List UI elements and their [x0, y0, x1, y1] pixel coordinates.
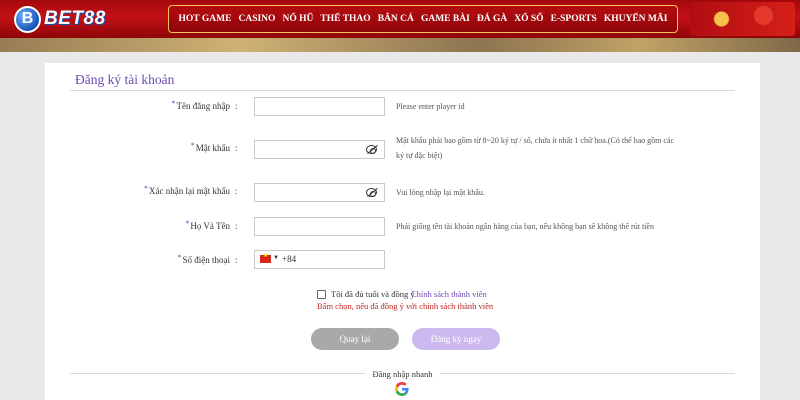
confirm-password-hint: Vui lòng nhập lại mật khẩu. — [396, 188, 485, 197]
confirm-password-input[interactable] — [254, 183, 385, 202]
confirm-password-label: *Xác nhận lại mật khẩu — [144, 184, 230, 196]
nav-khuyen-mai[interactable]: KHUYẾN MÃI — [604, 14, 668, 24]
required-mark: * — [144, 184, 149, 193]
eye-slash-icon[interactable] — [366, 145, 377, 154]
nav-casino[interactable]: CASINO — [238, 14, 275, 24]
vn-flag-icon[interactable] — [260, 252, 271, 263]
nav-ban-ca[interactable]: BẮN CÁ — [378, 14, 414, 24]
nav-hot-game[interactable]: HOT GAME — [179, 14, 232, 24]
top-header: B BET88 HOT GAME CASINO NỔ HŨ THỂ THAO B… — [0, 0, 800, 38]
fullname-label: *Họ Và Tên — [185, 219, 230, 231]
nav-game-bai[interactable]: GAME BÀI — [421, 14, 470, 24]
chevron-down-icon[interactable]: ▼ — [273, 255, 279, 261]
username-label: *Tên đăng nhập — [171, 99, 230, 111]
registration-panel: Đăng ký tài khoản *Tên đăng nhập : Pleas… — [45, 63, 760, 400]
nav-da-ga[interactable]: ĐÁ GÀ — [477, 14, 507, 24]
phone-label: *Số điện thoại — [177, 253, 231, 265]
password-input[interactable] — [254, 140, 385, 159]
back-button[interactable]: Quay lại — [311, 328, 399, 350]
required-mark: * — [185, 219, 190, 228]
username-hint: Please enter player id — [396, 102, 465, 111]
colon: : — [235, 221, 238, 231]
fullname-input[interactable] — [254, 217, 385, 236]
main-nav: HOT GAME CASINO NỔ HŨ THỂ THAO BẮN CÁ GA… — [168, 5, 678, 33]
nav-the-thao[interactable]: THỂ THAO — [320, 14, 370, 24]
logo-text: BET88 — [44, 8, 106, 29]
google-icon[interactable] — [395, 382, 409, 396]
colon: : — [235, 143, 238, 153]
required-mark: * — [171, 99, 176, 108]
nav-xo-so[interactable]: XỔ SỐ — [514, 14, 543, 24]
member-policy-link[interactable]: Chính sách thành viên — [411, 289, 487, 299]
country-code: +84 — [282, 254, 297, 264]
colon: : — [235, 186, 238, 196]
promo-decoration — [690, 2, 795, 36]
phone-input[interactable]: ▼ +84 — [254, 250, 385, 269]
password-label: *Mật khẩu — [190, 141, 230, 153]
form-title: Đăng ký tài khoản — [75, 72, 175, 87]
title-divider — [70, 90, 735, 91]
username-input[interactable] — [254, 97, 385, 116]
agree-error-message: Bấm chọn, nếu đã đồng ý với chính sách t… — [317, 301, 494, 311]
required-mark: * — [190, 141, 195, 150]
nav-e-sports[interactable]: E-SPORTS — [551, 14, 597, 24]
agree-text: Tôi đã đủ tuổi và đồng ý — [331, 289, 415, 299]
required-mark: * — [177, 253, 182, 262]
password-hint: Mật khẩu phải bao gồm từ 8~20 ký tự / số… — [396, 136, 675, 160]
eye-slash-icon[interactable] — [366, 188, 377, 197]
colon: : — [235, 255, 238, 265]
quick-login-label: Đăng nhập nhanh — [45, 369, 760, 379]
bet88-logo[interactable]: B BET88 — [14, 5, 106, 33]
colon: : — [235, 101, 238, 111]
logo-badge: B — [14, 5, 41, 33]
nav-no-hu[interactable]: NỔ HŨ — [282, 14, 313, 24]
fullname-hint: Phải giống tên tài khoản ngân hàng của b… — [396, 222, 654, 231]
header-banner-strip — [0, 38, 800, 52]
register-button[interactable]: Đăng ký ngay — [412, 328, 500, 350]
agree-checkbox[interactable] — [317, 290, 326, 299]
